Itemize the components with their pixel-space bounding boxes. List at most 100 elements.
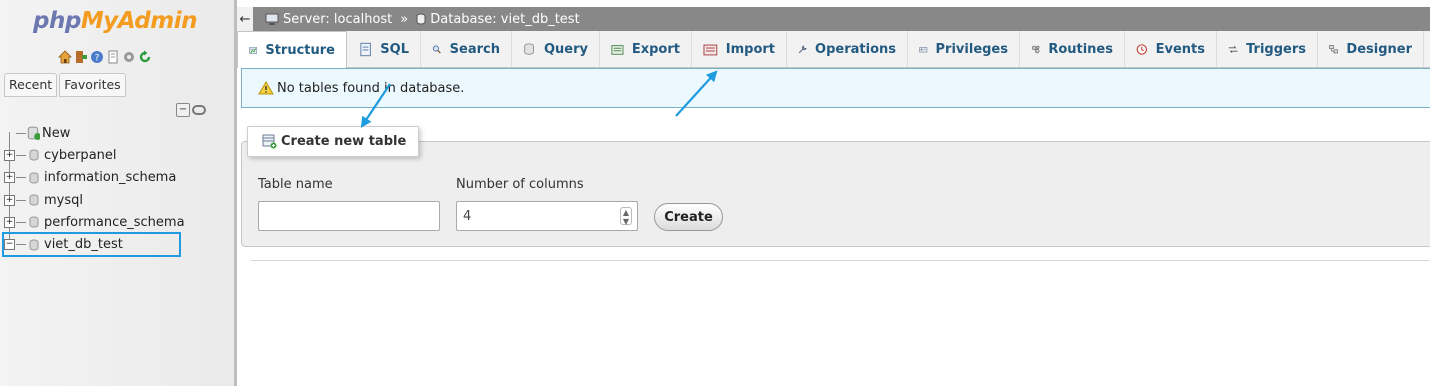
database-icon — [416, 13, 426, 25]
breadcrumb-server[interactable]: Server: localhost — [265, 12, 392, 27]
tab-label: Events — [1155, 41, 1205, 57]
database-icon — [29, 149, 39, 161]
warning-icon — [258, 81, 274, 95]
tab-label: Designer — [1346, 41, 1412, 57]
columns-stepper[interactable]: 4 ▲ ▼ — [456, 201, 638, 231]
tab-label: Structure — [265, 42, 335, 58]
tree-item-information-schema[interactable]: + information_schema — [0, 167, 230, 189]
logo-part-php: php — [33, 8, 81, 34]
triggers-icon — [1228, 45, 1238, 53]
tree-item-cyberpanel[interactable]: + cyberpanel — [0, 144, 230, 166]
events-icon — [1136, 43, 1147, 55]
tab-label: Privileges — [935, 41, 1008, 57]
collapse-icon[interactable]: − — [4, 239, 15, 251]
tab-structure[interactable]: Structure — [237, 31, 347, 68]
notice-text: No tables found in database. — [277, 80, 465, 96]
tab-sql[interactable]: SQL — [347, 31, 421, 67]
tree-item-viet-db-test[interactable]: − viet_db_test — [2, 232, 181, 257]
expand-icon[interactable]: + — [4, 149, 15, 161]
table-add-icon — [262, 134, 277, 149]
tab-label: Search — [449, 41, 500, 57]
table-name-label: Table name — [258, 177, 333, 192]
phpmyadmin-logo[interactable]: phpMyAdmin — [33, 8, 197, 34]
breadcrumb-database-label: Database: viet_db_test — [430, 11, 580, 27]
query-icon — [524, 42, 534, 55]
notice-message: No tables found in database. — [241, 68, 1430, 108]
search-icon — [432, 45, 441, 54]
routines-icon — [1031, 45, 1040, 53]
expand-icon[interactable]: + — [4, 172, 15, 184]
tree-item-label: viet_db_test — [44, 237, 123, 253]
tree-item-label: information_schema — [44, 170, 177, 186]
tab-label: SQL — [380, 41, 409, 57]
tab-search[interactable]: Search — [421, 31, 512, 67]
divider — [251, 260, 1430, 261]
expand-icon[interactable]: + — [4, 194, 15, 206]
tab-recent[interactable]: Recent — [4, 73, 58, 97]
tab-designer[interactable]: Designer — [1318, 31, 1424, 67]
settings-icon[interactable] — [121, 49, 136, 64]
breadcrumb-separator: » — [400, 11, 409, 27]
reload-icon[interactable] — [137, 49, 152, 64]
database-tree: New + cyberpanel + information_schema + … — [0, 122, 230, 257]
tab-routines[interactable]: Routines — [1020, 31, 1125, 67]
database-icon — [29, 239, 39, 251]
tree-item-new[interactable]: New — [0, 122, 230, 144]
main-tabs: Structure SQL Search Query Export Import… — [237, 31, 1430, 68]
tab-triggers[interactable]: Triggers — [1217, 31, 1318, 67]
database-icon — [29, 172, 39, 184]
logo-part-myadmin: MyAdmin — [80, 8, 198, 34]
sql-icon — [360, 42, 371, 56]
link-with-main-icon[interactable] — [192, 105, 206, 115]
database-icon — [29, 216, 39, 228]
exit-icon[interactable] — [73, 49, 88, 64]
breadcrumb: ← Server: localhost » Database: viet_db_… — [237, 7, 1430, 31]
tab-events[interactable]: Events — [1125, 31, 1217, 67]
tree-item-performance-schema[interactable]: + performance_schema — [0, 211, 230, 233]
tab-label: Operations — [815, 41, 896, 57]
database-icon — [29, 194, 39, 206]
structure-icon — [249, 46, 258, 54]
tab-label: Triggers — [1246, 41, 1306, 57]
tab-query[interactable]: Query — [512, 31, 600, 67]
tab-import[interactable]: Import — [692, 31, 787, 67]
privileges-icon — [919, 46, 928, 52]
server-icon — [265, 13, 279, 25]
svg-text:?: ? — [94, 53, 99, 63]
expand-icon[interactable]: + — [4, 216, 15, 228]
nav-tabs: Recent Favorites — [4, 73, 126, 97]
breadcrumb-server-label: Server: localhost — [283, 11, 393, 27]
tab-label: Import — [725, 41, 775, 57]
quick-icons: ? — [57, 49, 152, 64]
spinner-arrows-icon[interactable]: ▲ ▼ — [620, 207, 632, 226]
tree-item-label: mysql — [44, 192, 83, 208]
columns-label: Number of columns — [456, 177, 584, 192]
tree-item-mysql[interactable]: + mysql — [0, 189, 230, 211]
home-icon[interactable] — [57, 49, 72, 64]
tree-item-label: New — [42, 125, 71, 141]
designer-icon — [1329, 44, 1339, 53]
tree-item-label: cyberpanel — [44, 147, 117, 163]
create-table-legend: Create new table — [247, 126, 420, 157]
help-icon[interactable]: ? — [89, 49, 104, 64]
tree-controls: − — [176, 103, 206, 117]
collapse-nav-button[interactable]: ← — [237, 7, 253, 31]
create-button[interactable]: Create — [654, 203, 723, 231]
export-icon — [611, 44, 624, 55]
collapse-all-icon[interactable]: − — [176, 103, 190, 117]
tab-privileges[interactable]: Privileges — [908, 31, 1020, 67]
wrench-icon — [798, 44, 807, 53]
breadcrumb-database[interactable]: Database: viet_db_test — [416, 11, 580, 27]
tab-label: Query — [543, 41, 588, 57]
tab-label: Routines — [1048, 41, 1113, 57]
tab-favorites[interactable]: Favorites — [59, 73, 126, 97]
columns-value: 4 — [463, 208, 472, 224]
tab-operations[interactable]: Operations — [787, 31, 908, 67]
tab-export[interactable]: Export — [600, 31, 692, 67]
table-name-input[interactable] — [258, 201, 440, 231]
import-icon — [703, 44, 718, 55]
new-db-icon — [27, 126, 40, 141]
navigation-panel: phpMyAdmin ? Recent Favorites − New + cy… — [0, 0, 236, 386]
create-table-legend-text: Create new table — [281, 134, 407, 149]
docs-icon[interactable] — [105, 49, 120, 64]
